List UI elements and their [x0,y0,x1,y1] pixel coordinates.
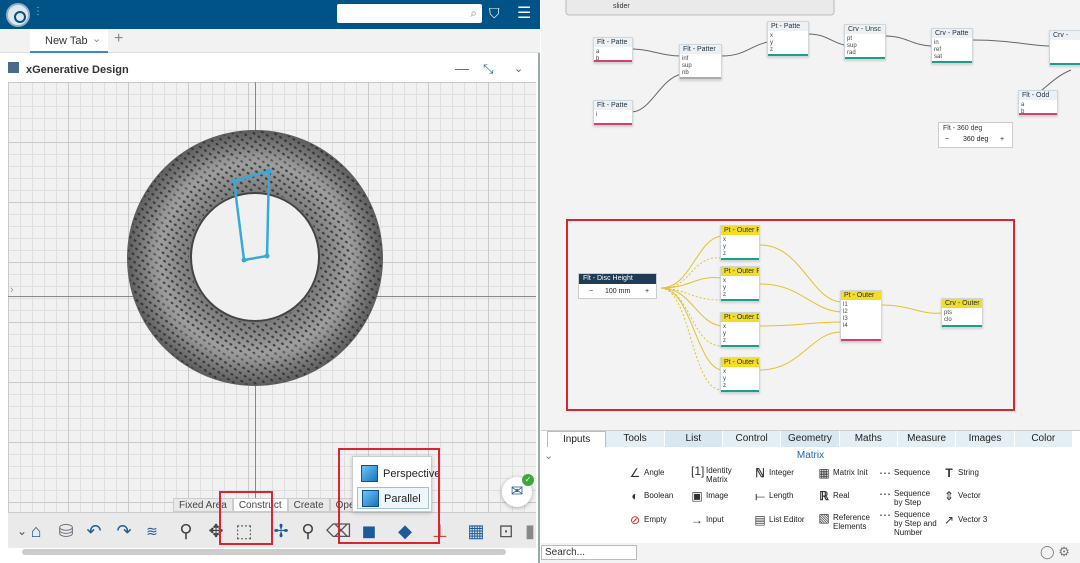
compass-logo-icon[interactable] [6,3,30,27]
redo-icon[interactable]: ↷ [112,519,136,543]
graph-node[interactable]: Crv - Unsc pt sup rad [844,24,886,60]
expand-icon[interactable]: ⤡ [483,61,493,77]
magnify-icon[interactable]: ⚲ [296,519,320,543]
tab-control[interactable]: Control [722,431,782,447]
tab-tools[interactable]: Tools [606,431,665,447]
slider-label: slider [613,3,630,10]
chevron-down-icon[interactable]: ⌄ [514,62,523,75]
gear-icon[interactable]: ⚙ [1058,544,1070,559]
graph-node[interactable]: Crv - [1049,30,1080,66]
outer-point-node[interactable]: Pt - Outer Rxyz [720,225,760,261]
increment-button[interactable]: + [645,288,649,295]
disc-height-node[interactable]: Flt - Disc Height − 100 mm + [578,273,657,299]
decrement-button[interactable]: − [945,136,949,143]
highlight-box [219,491,273,545]
graph-node[interactable]: Flt - Patte i [593,100,633,126]
length-icon: ⟝ [755,489,765,503]
search-input[interactable]: ⌕ [337,4,482,23]
identity-matrix-icon: [1] [691,464,705,478]
vector-icon: ⇕ [943,489,955,503]
tab-measure[interactable]: Measure [897,431,957,447]
node-palette: Inputs Tools List Control Geometry Maths… [541,430,1080,543]
side-expander-icon[interactable]: › [10,284,14,296]
chat-settings-icons: ◯ ⚙ [1040,544,1070,560]
slider-value: 360 deg [963,136,989,143]
graph-editor-pane: slider Flt - Patte a b Flt - Patter inf sup n… [541,0,1080,563]
horizontal-scrollbar[interactable] [22,549,506,555]
view-settings-icon[interactable]: ⊡ [494,519,518,543]
sequence-icon: ⋯ [879,466,891,480]
database-icon[interactable]: ⛁ [54,519,78,543]
left-pane: ⋮ ⌕ ⛉ ☰ New Tab ⌄ + xGenerative Design —… [0,0,540,563]
input-icon: → [691,513,703,527]
integer-icon: ℕ [755,466,765,480]
tab-list[interactable]: List [664,431,723,447]
boolean-icon: ◐ [631,489,639,503]
hamburger-icon[interactable]: ☰ [517,3,531,23]
connection-wires [565,0,1072,411]
tab-maths[interactable]: Maths [839,431,898,447]
grid-icon[interactable]: ▦ [464,519,488,543]
tab-label: New Tab [45,35,88,47]
comment-icon[interactable]: ◯ [1040,544,1055,559]
tab-inputs[interactable]: Inputs [547,431,607,447]
empty-icon: ⊘ [629,513,641,527]
minimize-icon[interactable]: — [455,60,469,76]
tab-geometry[interactable]: Geometry [781,431,840,447]
section-title: Matrix [796,450,825,461]
string-icon: T [945,466,953,480]
app-header: xGenerative Design — ⤡ ⌄ [0,57,540,81]
add-tab-button[interactable]: + [114,30,123,48]
palette-search-input[interactable]: Search... [541,545,637,560]
highlight-box [338,448,440,544]
tab-create[interactable]: Create [287,498,330,512]
increment-button[interactable]: + [1000,136,1004,143]
tab-color[interactable]: Color [1014,431,1073,447]
image-icon: ▣ [691,489,703,503]
graph-node[interactable]: Pt - Patte x y z [767,21,809,57]
outer-point-node[interactable]: Pt - Outer Uxyz [720,357,760,393]
disc-height-value: 100 mm [605,288,631,295]
broadcast-icon[interactable]: ≋ [140,519,164,543]
graph-node[interactable]: Flt - Odd a b [1018,90,1058,116]
app-title: xGenerative Design [26,64,129,76]
tab-chevron-down-icon[interactable]: ⌄ [92,32,101,45]
tab-bar: New Tab ⌄ + [0,29,540,53]
graph-node[interactable]: Flt - Patte a b [593,37,633,63]
angle-icon: ∠ [629,466,641,480]
matrix-init-icon: ▦ [818,466,830,480]
home-icon[interactable]: ⌂ [24,519,48,543]
3d-viewport[interactable] [8,82,536,514]
graph-node[interactable]: Flt - Patter inf sup nb [679,44,722,80]
outer-curve-node[interactable]: Crv - Outer Ipts clo [941,298,983,328]
decrement-button[interactable]: − [589,288,593,295]
real-icon: ℝ [819,489,829,503]
sequence-step-icon: ⋯ [879,487,891,501]
outer-point-node[interactable]: Pt - Outer Dixyz [720,312,760,348]
sequence-step-number-icon: ⋯ [879,508,891,522]
undo-icon[interactable]: ↶ [82,519,106,543]
reference-elements-icon: ▧ [818,511,830,525]
online-check-icon: ✓ [522,474,534,486]
disc-model[interactable] [8,82,536,514]
list-editor-icon: ▤ [754,513,766,527]
category-tabs: Inputs Tools List Control Geometry Maths… [547,431,1073,447]
top-bar: ⋮ ⌕ ⛉ ☰ [0,0,540,29]
graph-node[interactable]: Crv - Patte in ref sat [931,28,973,64]
outer-list-node[interactable]: Pt - Outer l1 l2 l3 l4 [840,290,882,342]
more-icon[interactable]: ▮ [518,519,542,543]
angle-slider-node[interactable]: Flt - 360 deg − 360 deg + [938,122,1013,148]
tag-icon[interactable]: ⛉ [489,5,500,22]
tab-images[interactable]: Images [956,431,1015,447]
app-icon [8,62,19,73]
outer-point-node[interactable]: Pt - Outer Rxyz [720,266,760,302]
search-icon[interactable]: ⌕ [470,6,477,21]
zoom-tool-icon[interactable]: ⚲ [174,519,198,543]
vector3-icon: ↗ [943,513,955,527]
compass-dots-icon: ⋮ [33,6,43,17]
